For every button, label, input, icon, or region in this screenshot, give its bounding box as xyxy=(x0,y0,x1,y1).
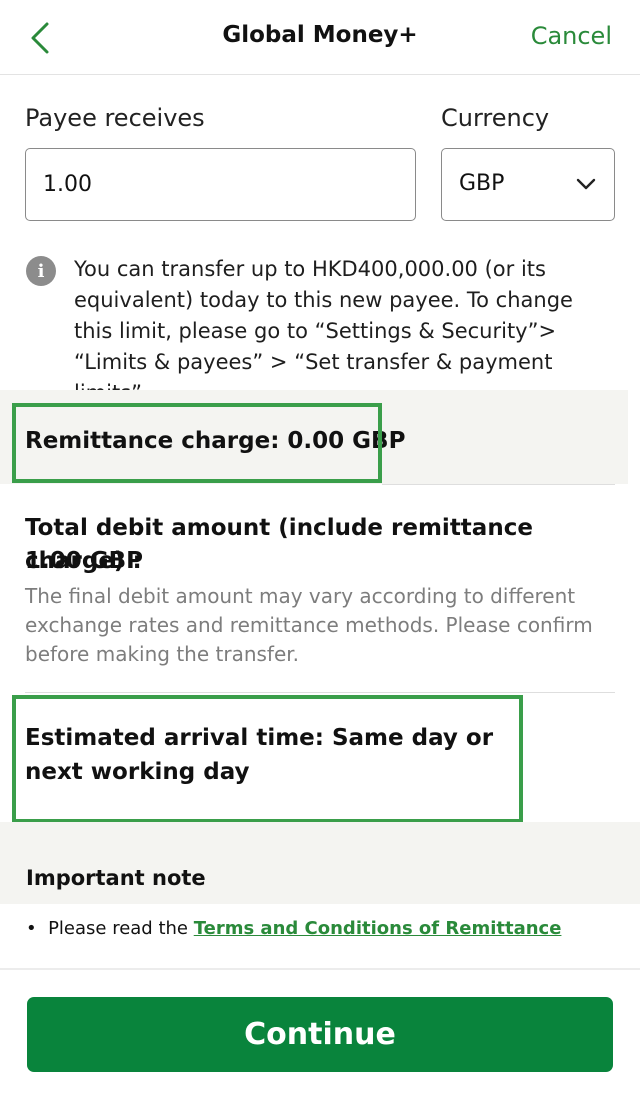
divider xyxy=(25,692,615,693)
cancel-button[interactable]: Cancel xyxy=(531,22,612,50)
bullet-dot: • xyxy=(26,918,49,939)
bullet-prefix: Please read the xyxy=(48,918,194,939)
total-debit-amount: 1.00 GBP xyxy=(25,548,144,574)
payee-receives-label: Payee receives xyxy=(25,104,205,132)
amount-field-box xyxy=(25,148,416,221)
important-note-bullet: • Please read the Terms and Conditions o… xyxy=(26,918,561,939)
amount-input[interactable] xyxy=(26,149,415,220)
header-bar: Global Money+ Cancel xyxy=(0,0,640,75)
currency-select[interactable]: GBP xyxy=(441,148,615,221)
currency-label: Currency xyxy=(441,104,550,132)
important-note-title: Important note xyxy=(26,866,206,890)
remittance-charge-highlight xyxy=(12,403,382,483)
info-icon: i xyxy=(26,256,56,286)
divider xyxy=(382,484,615,485)
total-debit-note: The final debit amount may vary accordin… xyxy=(25,584,593,666)
transfer-limit-info: You can transfer up to HKD400,000.00 (or… xyxy=(74,257,573,405)
chevron-down-icon xyxy=(576,178,596,190)
estimated-arrival-highlight xyxy=(12,695,523,823)
important-note-section: Important note xyxy=(0,822,640,904)
continue-button[interactable]: Continue xyxy=(27,997,613,1072)
currency-value: GBP xyxy=(459,171,505,196)
terms-link[interactable]: Terms and Conditions of Remittance xyxy=(194,918,562,939)
footer-divider xyxy=(0,968,640,970)
